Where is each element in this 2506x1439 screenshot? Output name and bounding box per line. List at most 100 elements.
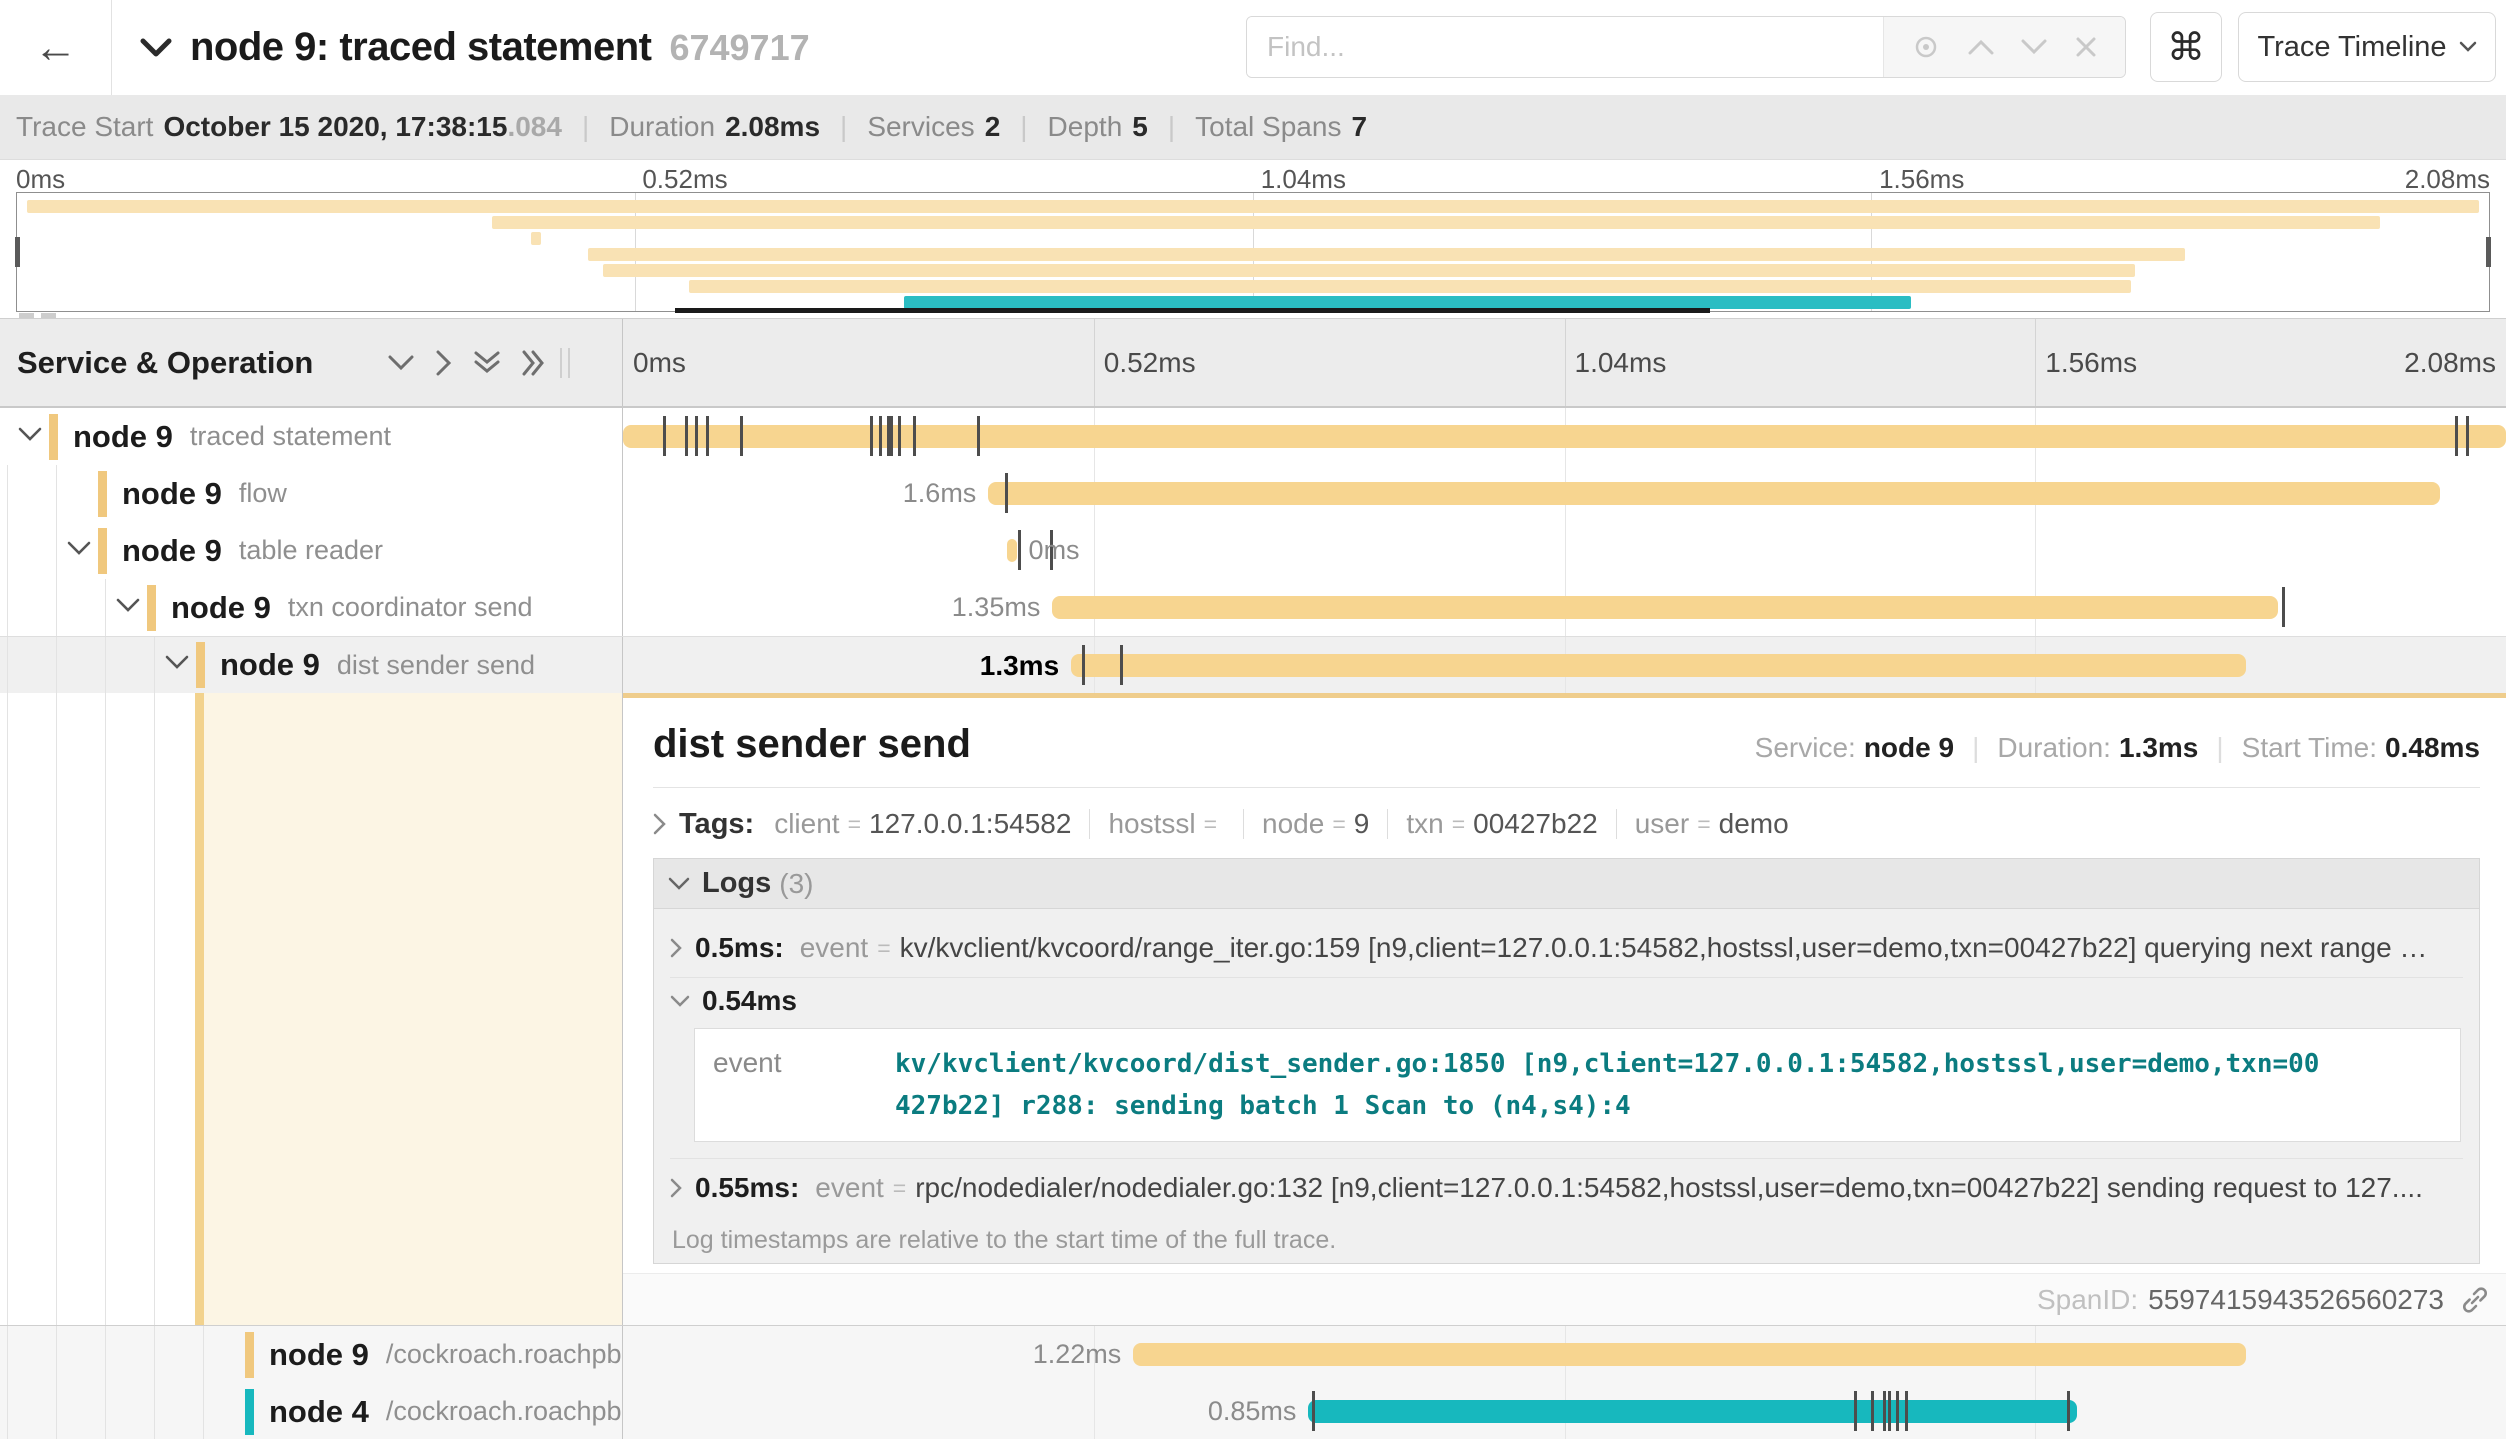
tag-value: 9 xyxy=(1354,808,1370,840)
span-name-group: node 9flow xyxy=(98,465,287,522)
log-marker-tick xyxy=(695,416,698,456)
log-entry-expanded[interactable]: 0.54ms xyxy=(670,978,2463,1024)
deep-link-icon[interactable] xyxy=(2460,1285,2490,1315)
logs-header[interactable]: Logs (3) xyxy=(654,859,2479,909)
tags-items: client=127.0.0.1:54582hostssl=node=9txn=… xyxy=(774,808,1788,840)
expand-all-icon[interactable] xyxy=(522,350,546,376)
log-marker-tick xyxy=(913,416,916,456)
minimap-span-bar xyxy=(588,248,2185,261)
minimap-canvas[interactable] xyxy=(16,192,2490,312)
locate-icon[interactable] xyxy=(1912,33,1940,61)
prev-match-icon[interactable] xyxy=(1968,39,1994,55)
span-name-cell[interactable]: node 4/cockroach.roachpb.I... xyxy=(0,1383,623,1439)
chevron-down-icon[interactable] xyxy=(67,541,91,561)
span-bar-cell[interactable]: 1.3ms xyxy=(623,637,2506,693)
collapse-all-icon[interactable] xyxy=(474,351,500,375)
minimap-left-handle[interactable] xyxy=(15,237,20,267)
span-row[interactable]: node 4/cockroach.roachpb.I...0.85ms xyxy=(0,1383,2506,1439)
minimap-viewport-scrollbar[interactable] xyxy=(675,308,1711,313)
span-bar-cell[interactable] xyxy=(623,408,2506,465)
log-marker-tick xyxy=(1883,1391,1886,1431)
tag-value: demo xyxy=(1719,808,1789,840)
span-name-cell[interactable]: node 9/cockroach.roachpb.I... xyxy=(0,1326,623,1383)
find-input[interactable] xyxy=(1247,17,1883,77)
span-row[interactable]: node 9/cockroach.roachpb.I...1.22ms xyxy=(0,1326,2506,1383)
trace-start-value: October 15 2020, 17:38:15.084 xyxy=(163,111,561,143)
span-row[interactable]: node 9flow 1.6ms xyxy=(0,465,2506,522)
span-name-cell[interactable]: node 9flow xyxy=(0,465,623,522)
chevron-down-icon[interactable] xyxy=(116,598,140,618)
tag-key: user xyxy=(1635,808,1689,840)
span-rows-top: node 9traced statementnode 9flow1.6msnod… xyxy=(0,408,2506,693)
tag-key: node xyxy=(1262,808,1324,840)
log-entry[interactable]: 0.55ms: event = rpc/nodedialer/nodediale… xyxy=(670,1159,2463,1217)
span-duration-bar[interactable] xyxy=(1133,1343,2246,1366)
collapse-one-icon[interactable] xyxy=(388,355,414,371)
span-duration-label: 1.6ms xyxy=(903,465,977,522)
log-entry[interactable]: 0.5ms: event = kv/kvclient/kvcoord/range… xyxy=(670,919,2463,977)
span-name-cell[interactable]: node 9dist sender send xyxy=(0,637,623,693)
back-button[interactable]: ← xyxy=(0,0,112,95)
view-select-button[interactable]: Trace Timeline xyxy=(2238,12,2496,82)
minimap-span-bar xyxy=(492,216,2381,229)
log-marker-tick xyxy=(887,416,890,456)
trace-stats-bar: Trace Start October 15 2020, 17:38:15.08… xyxy=(0,95,2506,160)
next-match-icon[interactable] xyxy=(2021,39,2047,55)
span-bar-cell[interactable]: 1.22ms xyxy=(623,1326,2506,1383)
chevron-down-icon[interactable] xyxy=(165,655,189,675)
minimap-tick-label: 1.56ms xyxy=(1879,164,1964,195)
log-marker-tick xyxy=(663,416,666,456)
minimap-right-handle[interactable] xyxy=(2486,237,2491,267)
span-row[interactable]: node 9table reader 0ms xyxy=(0,522,2506,579)
span-duration-bar[interactable] xyxy=(988,482,2440,505)
chevron-down-icon[interactable] xyxy=(18,427,42,447)
depth-label: Depth xyxy=(1048,111,1123,143)
span-name-cell[interactable]: node 9traced statement xyxy=(0,408,623,465)
span-bar-cell[interactable]: 1.35ms xyxy=(623,579,2506,636)
operation-name: traced statement xyxy=(190,421,391,452)
logs-count: (3) xyxy=(779,868,813,900)
span-bar-cell[interactable]: 0ms xyxy=(623,522,2506,579)
span-bar-cell[interactable]: 1.6ms xyxy=(623,465,2506,522)
logs-footnote: Log timestamps are relative to the start… xyxy=(670,1217,2463,1263)
span-duration-bar[interactable] xyxy=(1007,539,1016,562)
clear-search-icon[interactable] xyxy=(2075,36,2097,58)
column-resizer-grip[interactable] xyxy=(560,348,570,378)
collapse-trace-chevron-icon[interactable] xyxy=(140,38,172,58)
indent-guide xyxy=(7,522,8,579)
equals-sign: = xyxy=(893,1175,906,1202)
log-marker-tick xyxy=(1896,1391,1899,1431)
indent-guide xyxy=(105,579,106,636)
indent-guide xyxy=(154,637,155,693)
log-marker-tick xyxy=(870,416,873,456)
span-name-cell[interactable]: node 9txn coordinator send xyxy=(0,579,623,636)
span-duration-label: 1.35ms xyxy=(952,579,1041,636)
span-duration-label: 0ms xyxy=(1029,522,1080,579)
tags-row[interactable]: Tags: client=127.0.0.1:54582hostssl=node… xyxy=(653,804,2480,844)
expand-one-icon[interactable] xyxy=(436,350,452,376)
depth-value: 5 xyxy=(1132,111,1148,143)
duration-label: Duration xyxy=(609,111,715,143)
trace-id-short: 6749717 xyxy=(669,27,809,69)
duration-value: 1.3ms xyxy=(2119,732,2198,764)
span-duration-bar[interactable] xyxy=(1071,654,2246,677)
span-id-footer: SpanID: 5597415943526560273 xyxy=(623,1273,2506,1325)
span-duration-bar[interactable] xyxy=(623,425,2506,448)
span-duration-bar[interactable] xyxy=(1308,1400,2076,1423)
timeline-gridline xyxy=(1094,1383,1095,1439)
span-name-cell[interactable]: node 9table reader xyxy=(0,522,623,579)
span-duration-bar[interactable] xyxy=(1052,596,2278,619)
equals-sign: = xyxy=(1204,811,1217,838)
detail-indent-fill xyxy=(204,693,622,1325)
tag-key: client xyxy=(774,808,839,840)
indent-guide xyxy=(7,579,8,636)
span-row[interactable]: node 9txn coordinator send 1.35ms xyxy=(0,579,2506,636)
log-marker-tick xyxy=(685,416,688,456)
span-row[interactable]: node 9traced statement xyxy=(0,408,2506,465)
keyboard-shortcuts-button[interactable]: ⌘ xyxy=(2150,12,2222,82)
span-row[interactable]: node 9dist sender send1.3ms xyxy=(0,636,2506,693)
span-bar-cell[interactable]: 0.85ms xyxy=(623,1383,2506,1439)
log-marker-tick xyxy=(2455,416,2458,456)
tag-item: user=demo xyxy=(1635,808,1789,840)
indent-guide xyxy=(7,1326,8,1383)
